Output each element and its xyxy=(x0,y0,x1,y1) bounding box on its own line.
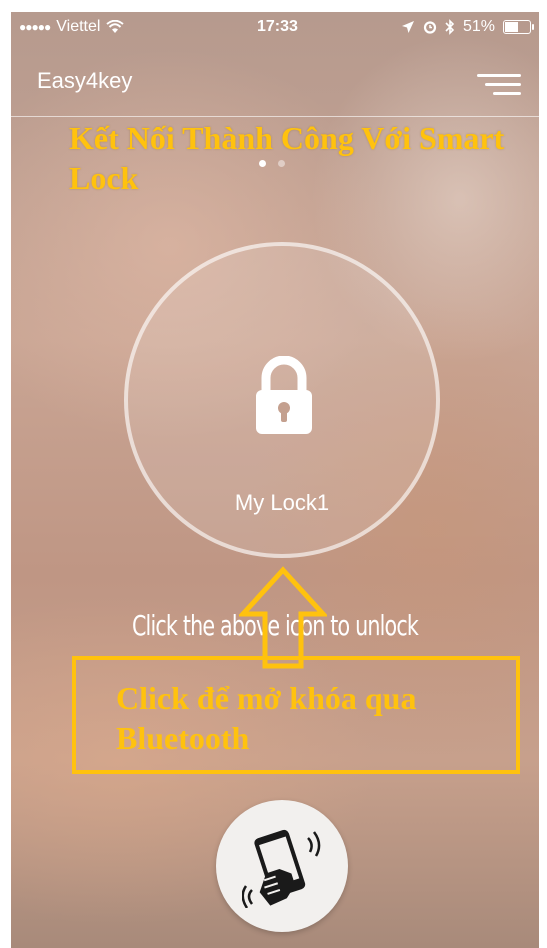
lock-name: My Lock1 xyxy=(234,490,330,515)
annotation-box: Click để mở khóa qua Bluetooth xyxy=(72,656,520,774)
unlock-button[interactable]: My Lock1 xyxy=(124,242,440,558)
phone-shake-icon xyxy=(242,829,321,908)
battery-icon xyxy=(503,20,534,34)
carrier-name: Viettel xyxy=(56,18,101,35)
app-title: Easy4key xyxy=(37,68,133,93)
annotation-arrow xyxy=(239,566,327,669)
page-dot-active xyxy=(259,160,266,167)
hamburger-menu-icon[interactable] xyxy=(477,74,521,96)
battery-percent: 51% xyxy=(462,18,495,35)
nav-bar: Easy4key xyxy=(11,44,539,117)
wifi-icon xyxy=(106,20,125,33)
page-indicator xyxy=(259,160,285,167)
annotation-box-text: Click để mở khóa qua Bluetooth xyxy=(116,680,417,756)
location-icon xyxy=(401,21,414,33)
annotation-title: Kết Nối Thành Công Với Smart Lock xyxy=(69,120,505,196)
alarm-icon xyxy=(423,21,437,34)
shake-unlock-button[interactable] xyxy=(216,800,348,932)
bluetooth-icon xyxy=(445,19,455,35)
signal-strength: ●●●●● xyxy=(19,20,51,34)
app-screen: ●●●●● Viettel 17:33 51% Easy4key Kết Nối… xyxy=(11,12,539,948)
padlock-icon xyxy=(256,356,312,434)
clock: 17:33 xyxy=(257,18,298,35)
page-dot xyxy=(278,160,285,167)
status-bar: ●●●●● Viettel 17:33 51% xyxy=(11,12,539,44)
